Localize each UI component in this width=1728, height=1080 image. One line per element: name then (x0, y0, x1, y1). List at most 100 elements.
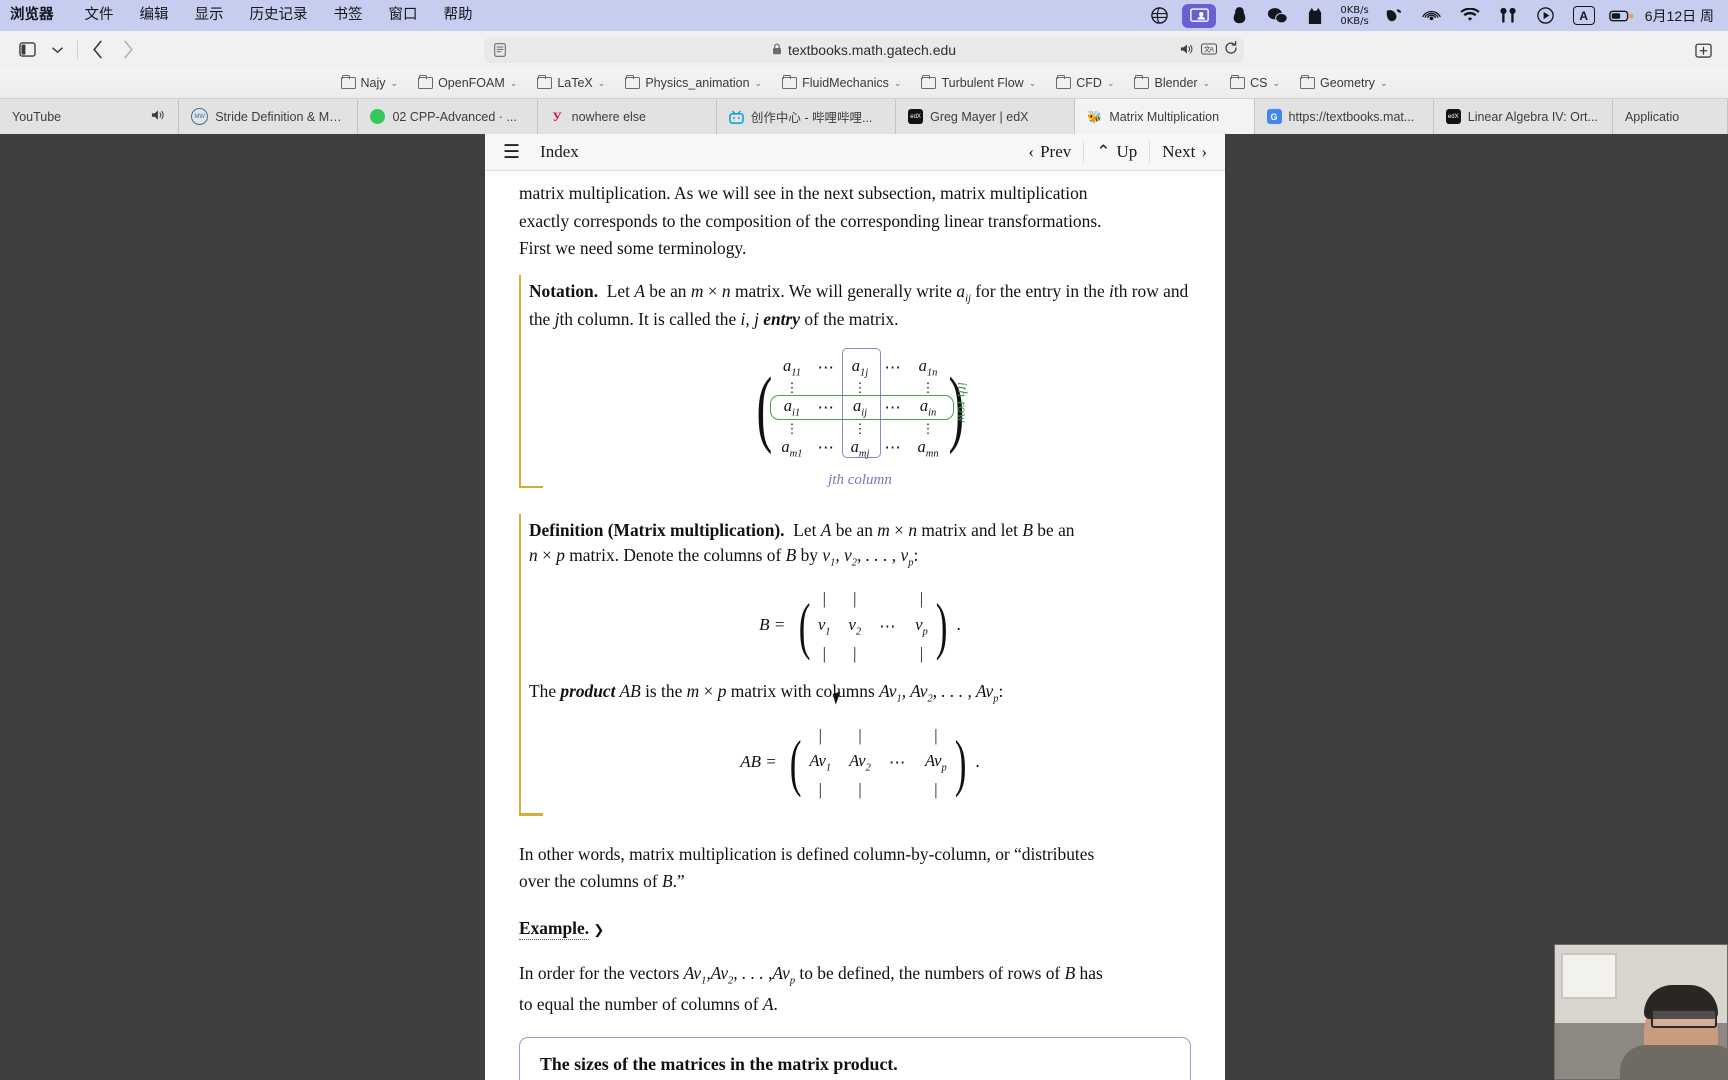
up-button[interactable]: ⌃ Up (1084, 142, 1149, 162)
new-tab-icon[interactable] (1688, 37, 1718, 63)
hamburger-icon[interactable]: ☰ (491, 141, 532, 164)
back-button[interactable] (83, 37, 113, 63)
bookmark-physics-animation[interactable]: Physics_animation ⌄ (616, 74, 771, 92)
bookmark-turbulent-flow[interactable]: Turbulent Flow ⌄ (912, 74, 1045, 92)
cell-am1: am1 (781, 436, 803, 459)
bookmark-openfoam[interactable]: OpenFOAM ⌄ (409, 74, 526, 92)
sidebar-toggle-icon[interactable] (12, 37, 42, 63)
cell-dots: ⋯ (817, 438, 836, 458)
bookmark-latex[interactable]: LaTeX ⌄ (528, 74, 614, 92)
tab-greg-mayer-edx[interactable]: edX Greg Mayer | edX (896, 99, 1076, 134)
wechat-icon[interactable] (1258, 0, 1296, 31)
otherwords-line-1: In other words, matrix multiplication is… (519, 843, 1095, 864)
reader-view-icon[interactable] (492, 41, 507, 58)
swan-icon[interactable] (1375, 0, 1413, 31)
folder-icon (1300, 74, 1316, 89)
matrix-b-grid: | | | v1 v2 ⋯ vp | | | (815, 587, 931, 665)
example-toggle[interactable]: Example. ❯ (519, 916, 1191, 941)
bookmark-label: Physics_animation (645, 76, 750, 90)
qq-icon[interactable] (1220, 0, 1258, 31)
def-text-a: Let (793, 520, 821, 541)
tab-matrix-multiplication[interactable]: 🐝 Matrix Multiplication (1075, 99, 1255, 134)
cell-a11: a11 (782, 356, 801, 379)
var-A: A (820, 520, 832, 541)
def-text-c: matrix and let (917, 520, 1023, 541)
menubar-tray: 0KB/s 0KB/s A 6月12日 周 (1140, 0, 1728, 31)
tab-label: nowhere else (571, 109, 647, 124)
eq-b-lhs: B = (759, 615, 786, 635)
menu-item-edit[interactable]: 编辑 (127, 0, 182, 31)
product-word: product (560, 681, 616, 702)
menu-app-name[interactable]: 浏览器 (0, 0, 72, 31)
network-speed: 0KB/s 0KB/s (1334, 5, 1374, 27)
tab-cpp-advanced[interactable]: 02 CPP-Advanced · ... (358, 99, 538, 134)
var-m: m (690, 281, 704, 302)
address-bar[interactable]: textbooks.math.gatech.edu 文A (484, 36, 1244, 63)
index-link[interactable]: Index (532, 142, 587, 162)
product-text-d: matrix with columns (726, 681, 880, 702)
cell-dots: ⋯ (817, 358, 836, 378)
speaker-icon[interactable] (151, 109, 166, 124)
menu-item-view[interactable]: 显示 (182, 0, 237, 31)
tab-linear-algebra-iv[interactable]: edX Linear Algebra IV: Ort... (1433, 99, 1613, 134)
reload-icon[interactable] (1224, 40, 1238, 58)
menu-item-help[interactable]: 帮助 (431, 0, 486, 31)
var-n: n (721, 281, 731, 302)
col-vp: vp (915, 614, 928, 637)
prev-button[interactable]: ‹ Prev (1016, 142, 1083, 162)
chevron-right-icon: › (1201, 142, 1207, 161)
tab-youtube[interactable]: YouTube (0, 99, 180, 134)
sidebar-chevron-down-icon[interactable] (42, 37, 72, 63)
browser-toolbar: textbooks.math.gatech.edu 文A (0, 31, 1728, 68)
cell-vdots: ⋮ (785, 380, 799, 396)
input-source-indicator[interactable]: A (1565, 0, 1603, 31)
otherwords-text-b: .” (672, 871, 685, 892)
battery-icon[interactable] (1603, 0, 1641, 31)
bookmark-cs[interactable]: CS ⌄ (1221, 74, 1289, 92)
times-sign: × (537, 544, 557, 565)
cell-amn: amn (917, 436, 939, 459)
chevron-down-icon: ⌄ (754, 77, 763, 88)
menubar-clock[interactable]: 6月12日 周 (1641, 6, 1722, 26)
translate-icon[interactable]: 文A (1201, 42, 1217, 58)
matrix-ab: ( | | | Av1 Av2 ⋯ Avp | | |) (785, 724, 971, 802)
menu-item-file[interactable]: 文件 (72, 0, 127, 31)
speaker-icon[interactable] (1180, 42, 1194, 58)
entry-word: entry (763, 309, 800, 330)
webcam-overlay[interactable] (1554, 944, 1728, 1080)
bookmark-cfd[interactable]: CFD ⌄ (1047, 74, 1123, 92)
tab-textbooks-url[interactable]: G https://textbooks.mat... (1254, 99, 1434, 134)
airpods-icon[interactable] (1489, 0, 1527, 31)
bookmark-label: CS (1250, 76, 1268, 90)
wifi-icon[interactable] (1451, 0, 1489, 31)
play-circle-icon[interactable] (1527, 0, 1565, 31)
bookmark-geometry[interactable]: Geometry ⌄ (1291, 74, 1396, 92)
bookmark-fluidmechanics[interactable]: FluidMechanics ⌄ (773, 74, 910, 92)
def-text-e: matrix. Denote the columns of (564, 544, 786, 565)
equation-ab: AB = ( | | | Av1 Av2 ⋯ Avp | | |) . (529, 724, 1191, 802)
globe-icon[interactable] (1140, 0, 1178, 31)
screen-share-icon[interactable] (1182, 3, 1217, 28)
next-button[interactable]: Next › (1150, 142, 1219, 162)
bookmark-najy[interactable]: Najy ⌄ (332, 74, 408, 92)
cat-icon[interactable] (1296, 0, 1334, 31)
def-vlist: v1, v2, . . . , vp (822, 544, 914, 569)
chevron-down-icon: ⌄ (1106, 77, 1115, 88)
airdrop-icon[interactable] (1413, 0, 1451, 31)
bookmark-blender[interactable]: Blender ⌄ (1125, 74, 1219, 92)
menu-item-history[interactable]: 历史记录 (237, 0, 321, 31)
tab-label: 创作中心 - 哔哩哔哩... (750, 111, 873, 125)
tab-application[interactable]: Applicatio (1612, 99, 1728, 134)
var-m: m (877, 520, 890, 541)
forward-button[interactable] (113, 37, 143, 63)
menu-item-window[interactable]: 窗口 (376, 0, 431, 31)
folder-icon (1230, 74, 1246, 89)
tab-stride-definition[interactable]: MW Stride Definition & Me... (179, 99, 359, 134)
cell-vdots: ⋮ (785, 420, 799, 436)
edx-icon: edX (1445, 109, 1461, 124)
tab-bilibili[interactable]: 创作中心 - 哔哩哔哩... (716, 99, 897, 134)
menu-item-bookmarks[interactable]: 书签 (321, 0, 376, 31)
bar: | (822, 643, 826, 663)
chevron-down-icon: ⌄ (1379, 77, 1388, 88)
tab-nowhere-else[interactable]: У nowhere else (537, 99, 717, 134)
